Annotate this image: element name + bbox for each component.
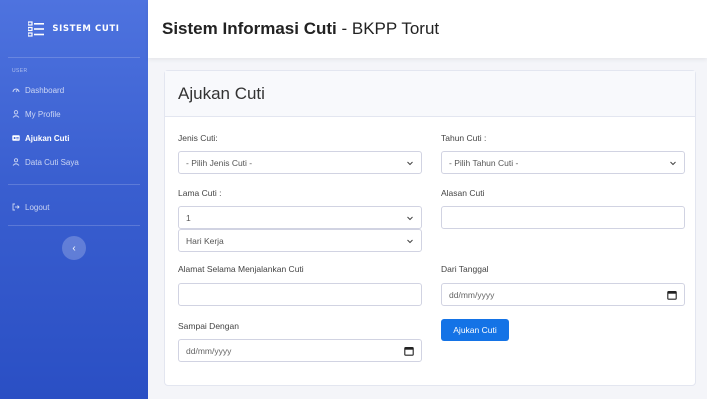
- chevron-down-icon: [407, 239, 413, 243]
- id-card-icon: [12, 135, 20, 141]
- alamat-input[interactable]: [178, 283, 422, 306]
- lama-cuti-unit-value: Hari Kerja: [186, 235, 224, 246]
- chevron-left-icon: ‹: [72, 242, 76, 254]
- card-header: Ajukan Cuti: [165, 71, 695, 117]
- sidebar-item-logout[interactable]: Logout: [0, 195, 148, 219]
- sampai-dengan-label: Sampai Dengan: [178, 321, 239, 331]
- sidebar-divider: [8, 184, 140, 185]
- tahun-cuti-label: Tahun Cuti :: [441, 133, 487, 143]
- sidebar-heading: USER: [12, 68, 28, 74]
- sidebar-item-label: My Profile: [25, 109, 61, 119]
- sidebar-item-label: Ajukan Cuti: [25, 133, 70, 143]
- chevron-down-icon: [407, 216, 413, 220]
- brand[interactable]: SISTEM CUTI: [8, 0, 140, 58]
- alasan-cuti-input[interactable]: [441, 206, 685, 229]
- sidebar-item-dashboard[interactable]: Dashboard: [0, 78, 148, 102]
- page-title-bold: Sistem Informasi Cuti: [162, 19, 337, 38]
- sidebar: SISTEM CUTI USER Dashboard My Profile Aj…: [0, 0, 148, 399]
- sidebar-item-data-cuti-saya[interactable]: Data Cuti Saya: [0, 150, 148, 174]
- dari-tanggal-placeholder: dd/mm/yyyy: [449, 289, 495, 300]
- sidebar-item-ajukan-cuti[interactable]: Ajukan Cuti: [0, 126, 148, 150]
- calendar-icon[interactable]: [404, 346, 414, 356]
- users-icon: [12, 158, 20, 166]
- card-title: Ajukan Cuti: [178, 83, 265, 103]
- calendar-icon[interactable]: [667, 290, 677, 300]
- user-icon: [12, 110, 20, 118]
- dashboard-icon: [12, 88, 20, 93]
- sidebar-item-label: Dashboard: [25, 85, 65, 95]
- tahun-cuti-select[interactable]: - Pilih Tahun Cuti -: [441, 151, 685, 174]
- jenis-cuti-value: - Pilih Jenis Cuti -: [186, 157, 253, 168]
- sidebar-item-label: Logout: [25, 202, 50, 212]
- lama-cuti-label: Lama Cuti :: [178, 188, 222, 198]
- dari-tanggal-label: Dari Tanggal: [441, 264, 489, 274]
- sampai-dengan-input[interactable]: dd/mm/yyyy: [178, 339, 422, 362]
- jenis-cuti-label: Jenis Cuti:: [178, 133, 218, 143]
- ajukan-cuti-card: Ajukan Cuti Jenis Cuti: - Pilih Jenis Cu…: [164, 70, 696, 386]
- sampai-dengan-placeholder: dd/mm/yyyy: [186, 345, 232, 356]
- tahun-cuti-value: - Pilih Tahun Cuti -: [449, 157, 519, 168]
- sidebar-toggle-button[interactable]: ‹: [62, 236, 86, 260]
- topbar: Sistem Informasi Cuti - BKPP Torut: [148, 0, 707, 58]
- alasan-cuti-label: Alasan Cuti: [441, 188, 485, 198]
- checklist-icon: [28, 20, 45, 37]
- jenis-cuti-select[interactable]: - Pilih Jenis Cuti -: [178, 151, 422, 174]
- sidebar-item-label: Data Cuti Saya: [25, 157, 79, 167]
- sidebar-divider: [8, 225, 140, 226]
- lama-cuti-unit-select[interactable]: Hari Kerja: [178, 229, 422, 252]
- alamat-label: Alamat Selama Menjalankan Cuti: [178, 264, 304, 274]
- chevron-down-icon: [407, 161, 413, 165]
- chevron-down-icon: [670, 161, 676, 165]
- lama-cuti-select[interactable]: 1: [178, 206, 422, 229]
- ajukan-cuti-button[interactable]: Ajukan Cuti: [441, 319, 509, 341]
- lama-cuti-value: 1: [186, 212, 191, 223]
- brand-name: SISTEM CUTI: [52, 23, 120, 34]
- sidebar-item-my-profile[interactable]: My Profile: [0, 102, 148, 126]
- page-title: Sistem Informasi Cuti - BKPP Torut: [162, 19, 439, 39]
- logout-icon: [12, 203, 20, 211]
- page-title-suffix: - BKPP Torut: [336, 19, 440, 38]
- dari-tanggal-input[interactable]: dd/mm/yyyy: [441, 283, 685, 306]
